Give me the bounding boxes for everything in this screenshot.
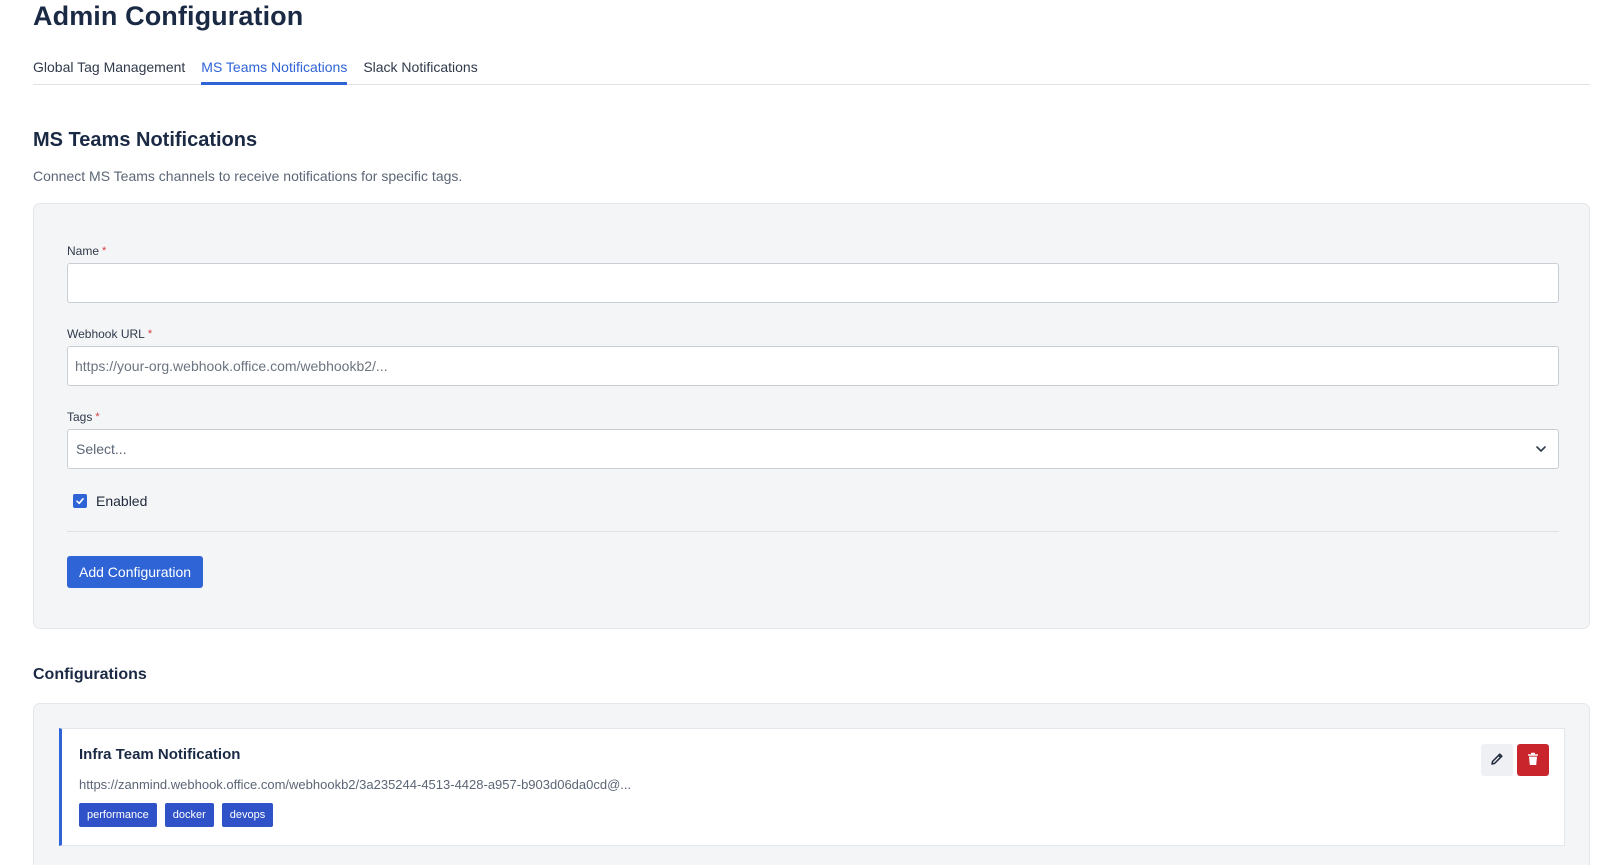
section-title: MS Teams Notifications [33,129,258,151]
edit-button[interactable] [1481,744,1513,776]
required-mark: * [147,328,153,340]
form-divider [67,531,1559,532]
tab-global-tag-management[interactable]: Global Tag Management [33,57,185,85]
config-tag-list: performance docker devops [79,803,1548,827]
webhook-label: Webhook URL * [67,327,1556,341]
webhook-label-text: Webhook URL [67,327,145,341]
tags-select[interactable]: Select... [67,429,1559,469]
name-label: Name * [67,244,1556,258]
tab-ms-teams-notifications[interactable]: MS Teams Notifications [201,57,348,85]
list-item: Infra Team Notification https://zanmind.… [59,728,1565,846]
required-mark: * [95,411,100,423]
enabled-checkbox-row[interactable]: Enabled [67,493,1556,509]
tab-bar: Global Tag Management MS Teams Notificat… [33,57,1590,85]
configurations-list: Infra Team Notification https://zanmind.… [33,703,1590,865]
check-icon [76,498,84,505]
tags-field-group: Tags * Select... [67,410,1559,469]
tag-badge: performance [79,803,157,827]
tags-label-text: Tags [67,410,93,424]
config-webhook-url: https://zanmind.webhook.office.com/webho… [79,777,632,792]
tags-label: Tags * [67,410,1556,424]
required-mark: * [102,245,107,257]
config-form: Name * Webhook URL * Tags * Select... [33,203,1590,629]
enabled-checkbox[interactable] [73,494,87,508]
name-input[interactable] [67,263,1559,303]
webhook-url-input[interactable] [67,346,1559,386]
tags-select-placeholder: Select... [76,441,127,457]
section-description: Connect MS Teams channels to receive not… [33,168,463,184]
config-name: Infra Team Notification [79,746,241,763]
tag-badge: docker [164,803,214,827]
delete-button[interactable] [1517,744,1549,776]
config-actions [1481,744,1549,776]
trash-icon [1525,751,1541,770]
webhook-field-group: Webhook URL * [67,327,1559,386]
enabled-label: Enabled [96,493,148,509]
pencil-icon [1489,751,1505,770]
name-field-group: Name * [67,244,1559,303]
tag-badge: devops [221,803,274,827]
chevron-down-icon [1532,440,1550,458]
admin-config-page: Admin Configuration Global Tag Managemen… [0,0,1613,865]
configurations-title: Configurations [33,666,147,683]
page-title: Admin Configuration [33,1,304,31]
name-label-text: Name [67,244,100,258]
tab-slack-notifications[interactable]: Slack Notifications [363,57,477,85]
add-configuration-button[interactable]: Add Configuration [67,556,204,588]
